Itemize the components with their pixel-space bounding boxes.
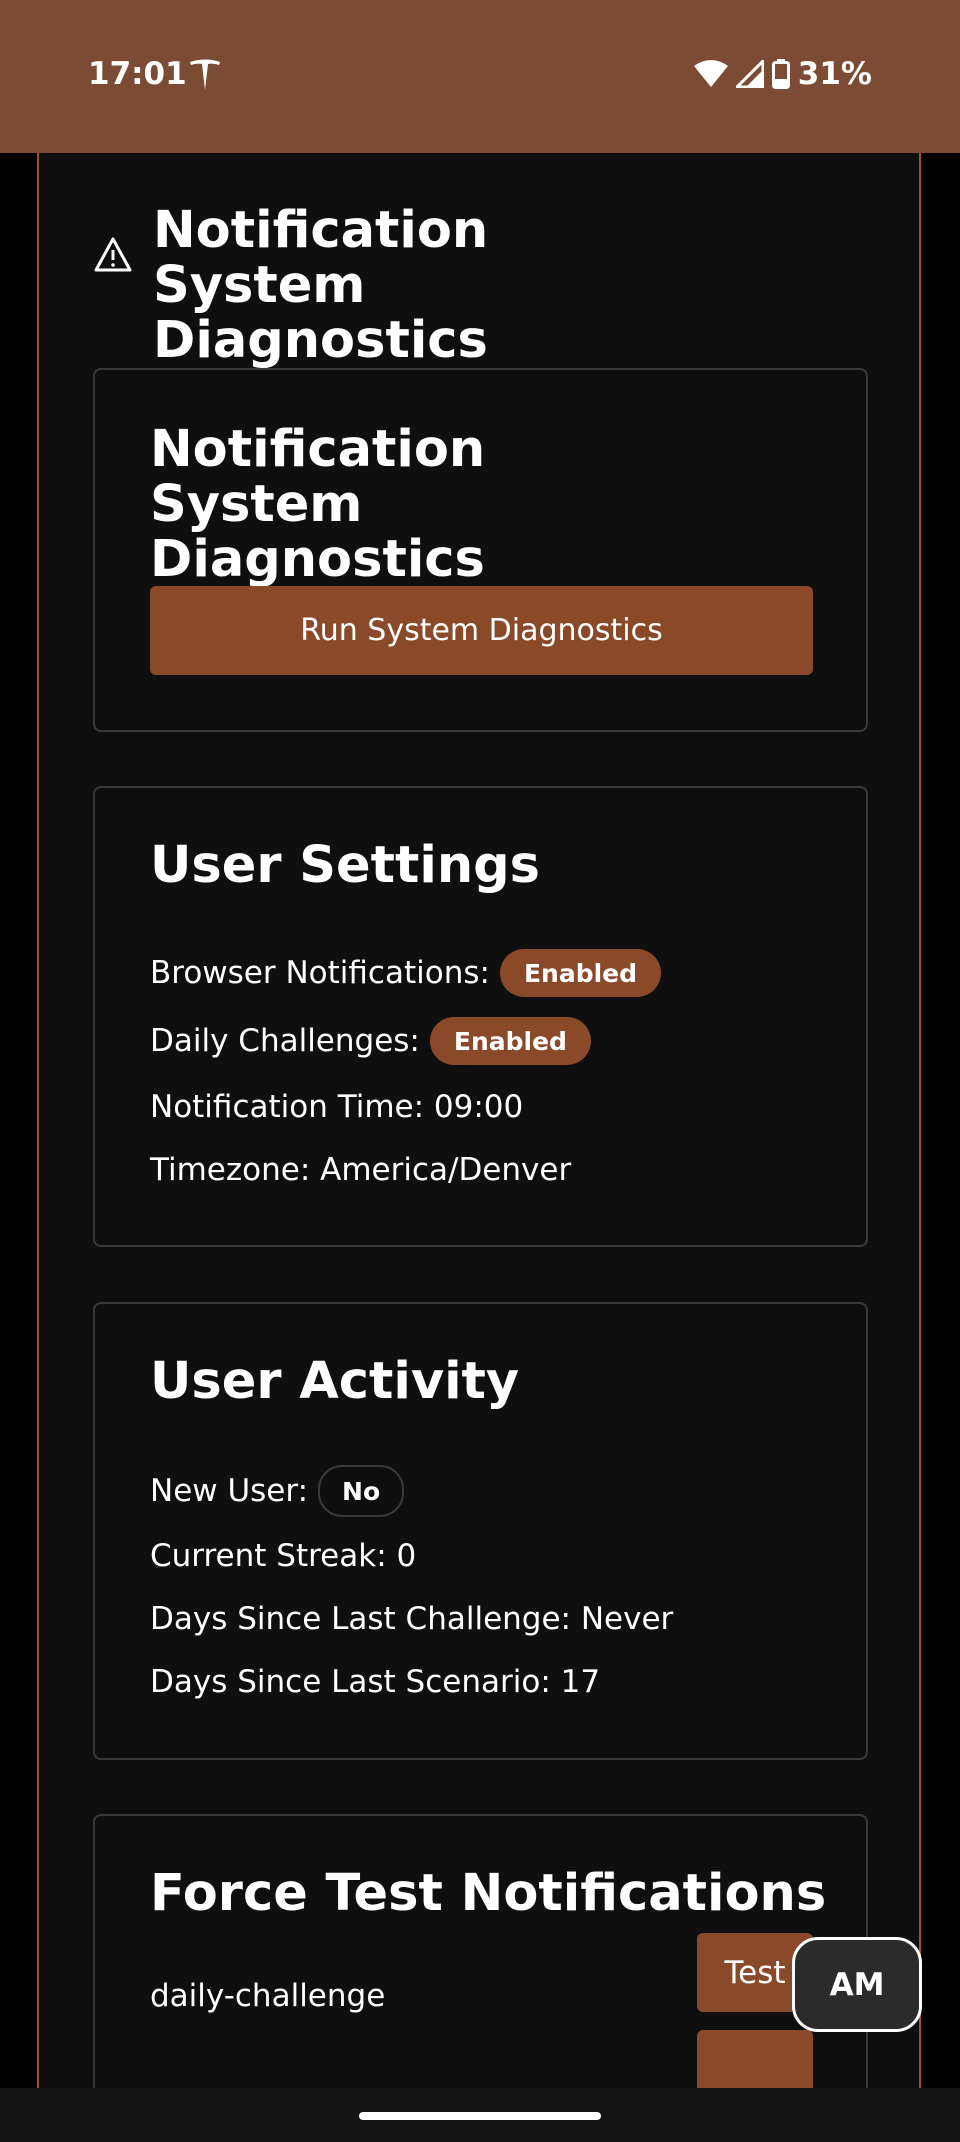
user-activity-card: User Activity New User: No Current Strea…: [93, 1302, 868, 1760]
wifi-icon: [693, 60, 728, 87]
user-activity-title: User Activity: [150, 1352, 520, 1411]
new-user-label: New User:: [150, 1473, 309, 1509]
test-item-label: daily-challenge: [150, 1978, 386, 2014]
user-settings-title: User Settings: [150, 836, 540, 895]
am-floating-button[interactable]: AM: [792, 1937, 922, 2032]
signal-icon: [735, 60, 764, 88]
browser-notifications-badge: Enabled: [499, 949, 662, 997]
status-bar: 17:01 31%: [0, 0, 960, 153]
days-since-last-challenge: Days Since Last Challenge: Never: [150, 1601, 674, 1637]
diagnostics-card-title: Notification System Diagnostics: [150, 420, 486, 589]
tesla-logo-icon: [190, 59, 220, 90]
status-indicators: 31%: [693, 56, 872, 92]
daily-challenges-row: Daily Challenges: Enabled: [150, 1017, 591, 1065]
page-title: Notification System Diagnostics: [153, 201, 489, 370]
timezone: Timezone: America/Denver: [150, 1152, 572, 1188]
daily-challenges-label: Daily Challenges:: [150, 1023, 420, 1059]
daily-challenges-badge: Enabled: [429, 1017, 591, 1065]
battery-icon: [771, 59, 790, 89]
page-header: Notification System Diagnostics: [93, 203, 713, 368]
diagnostics-panel: Notification System Diagnostics Notifica…: [37, 153, 921, 2134]
user-settings-card: User Settings Browser Notifications: Ena…: [93, 786, 868, 1247]
browser-notifications-row: Browser Notifications: Enabled: [150, 949, 662, 997]
notification-time: Notification Time: 09:00: [150, 1089, 524, 1125]
force-test-card: Force Test Notifications daily-challenge…: [93, 1814, 868, 2134]
force-test-title: Force Test Notifications: [150, 1864, 827, 1923]
diagnostics-card: Notification System Diagnostics Run Syst…: [93, 368, 868, 732]
days-since-last-scenario: Days Since Last Scenario: 17: [150, 1664, 601, 1700]
browser-notifications-label: Browser Notifications:: [150, 955, 490, 991]
current-streak: Current Streak: 0: [150, 1538, 417, 1574]
warning-icon: [94, 237, 132, 272]
status-time: 17:01: [88, 56, 187, 92]
battery-percent: 31%: [797, 56, 872, 92]
new-user-badge: No: [318, 1465, 405, 1517]
new-user-row: New User: No: [150, 1465, 405, 1517]
run-diagnostics-button[interactable]: Run System Diagnostics: [150, 586, 813, 675]
home-indicator[interactable]: [359, 2112, 601, 2120]
